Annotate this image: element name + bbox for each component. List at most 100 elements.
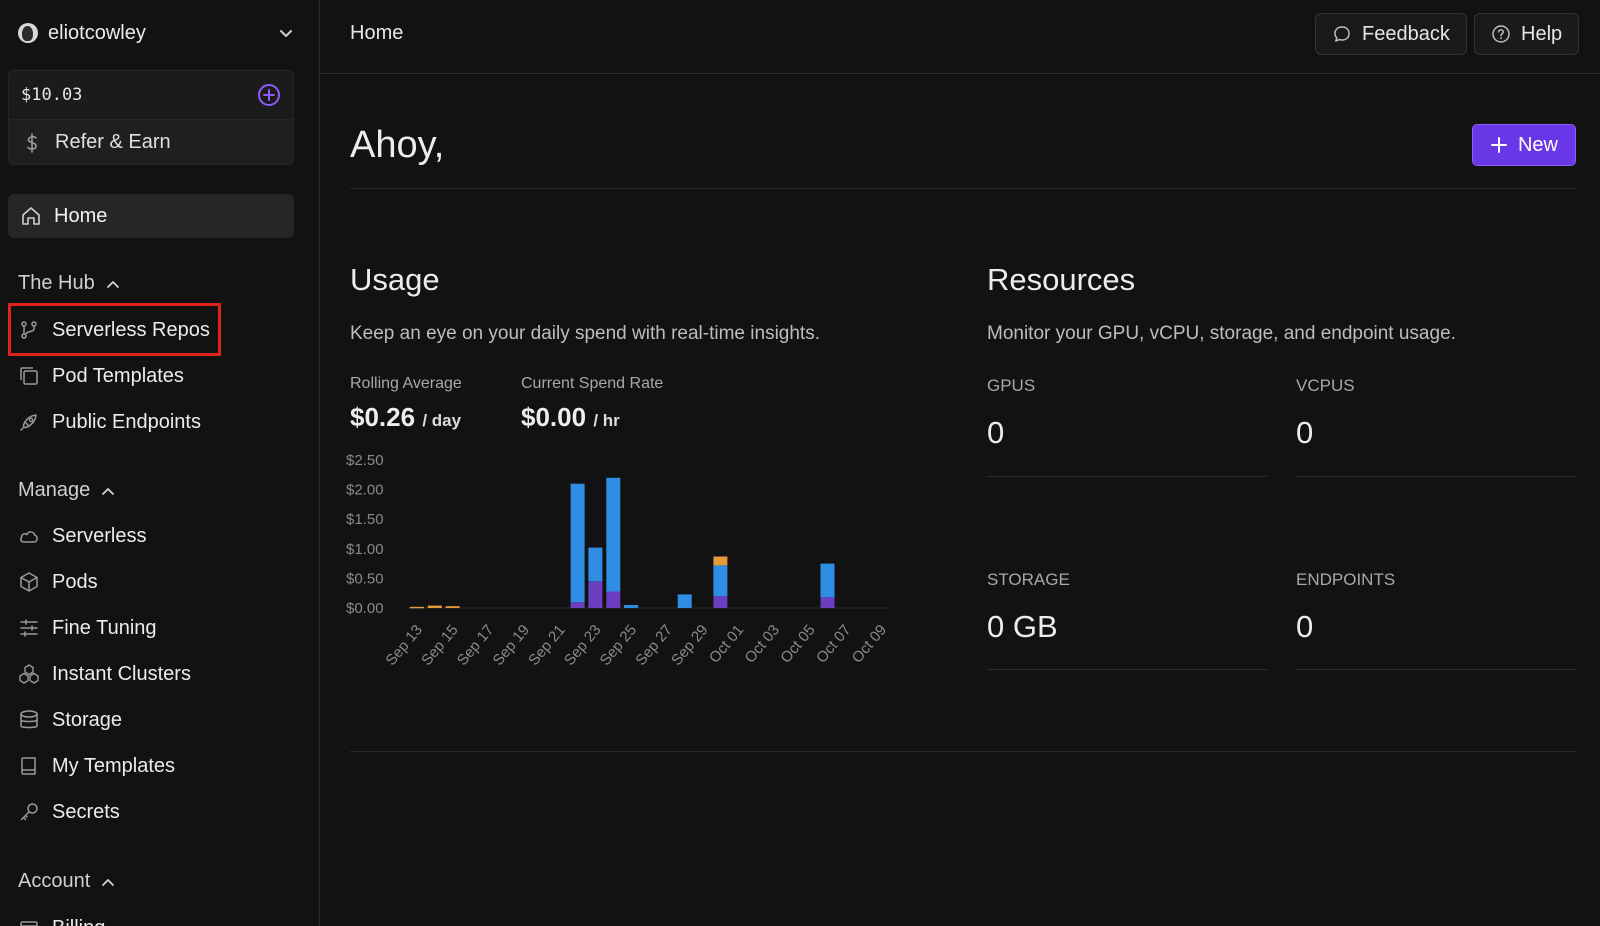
sidebar-item-home[interactable]: Home	[8, 194, 294, 238]
sidebar: eliotcowley $10.03 Refer & Earn Home The…	[0, 0, 320, 926]
chevron-up-icon	[106, 280, 119, 288]
clusters-icon	[19, 664, 39, 684]
x-tick-label: Sep 21	[525, 622, 569, 669]
help-circle-icon	[1492, 25, 1510, 43]
chart-bar-segment	[713, 565, 728, 597]
sidebar-item-fine-tuning[interactable]: Fine Tuning	[18, 608, 157, 648]
rolling-average-value: $0.26 / day	[350, 402, 461, 433]
endpoints-divider	[1296, 669, 1576, 670]
x-tick-label: Sep 13	[382, 622, 426, 669]
chart-bar-segment	[713, 556, 728, 566]
sidebar-item-storage[interactable]: Storage	[18, 700, 122, 740]
chart-bar-segment	[820, 563, 835, 598]
chat-bubble-icon	[1334, 26, 1350, 42]
vcpus-value: 0	[1296, 415, 1314, 450]
gpus-value: 0	[987, 415, 1005, 450]
y-tick-label: $1.00	[346, 541, 384, 558]
usage-title: Usage	[350, 262, 440, 297]
x-tick-label: Sep 25	[597, 622, 641, 669]
sidebar-item-label: Storage	[52, 708, 123, 731]
sidebar-item-pod-templates[interactable]: Pod Templates	[18, 356, 184, 396]
chart-bar-segment	[677, 594, 692, 608]
billing-icon	[20, 921, 38, 926]
x-tick-label: Sep 27	[632, 622, 676, 669]
endpoints-label: ENDPOINTS	[1296, 570, 1396, 589]
section-manage[interactable]: Manage	[18, 479, 116, 502]
balance-value: $10.03	[21, 85, 83, 105]
sidebar-item-serverless-repos[interactable]: Serverless Repos	[18, 310, 210, 350]
database-icon	[20, 710, 38, 729]
rocket-icon	[20, 414, 37, 431]
section-title: Manage	[18, 479, 91, 501]
chart-bar-segment	[606, 477, 621, 592]
sidebar-item-label: Pod Templates	[52, 364, 184, 387]
x-tick-label: Sep 19	[490, 622, 534, 669]
plus-icon	[1490, 137, 1507, 153]
sidebar-item-label: Public Endpoints	[52, 410, 201, 433]
usage-subtitle: Keep an eye on your daily spend with rea…	[350, 323, 820, 344]
chart-bar-segment	[588, 547, 603, 582]
y-tick-label: $0.00	[346, 600, 384, 617]
key-icon	[20, 803, 38, 821]
sidebar-item-label: My Templates	[52, 754, 176, 777]
new-button[interactable]: New	[1472, 124, 1576, 166]
book-icon	[21, 757, 36, 775]
chart-bar-segment	[409, 606, 424, 609]
new-button-label: New	[1517, 133, 1558, 156]
spend-rate-label: Current Spend Rate	[521, 375, 664, 392]
chart-bar-segment	[570, 602, 585, 608]
x-tick-label: Sep 23	[561, 622, 605, 669]
sidebar-item-my-templates[interactable]: My Templates	[18, 746, 175, 786]
sidebar-item-label: Serverless Repos	[52, 318, 210, 341]
content-divider	[350, 751, 1576, 752]
app-window: eliotcowley $10.03 Refer & Earn Home The…	[0, 0, 1600, 926]
gpus-label: GPUS	[987, 376, 1036, 395]
sidebar-item-pods[interactable]: Pods	[18, 562, 98, 602]
help-label: Help	[1521, 22, 1563, 45]
feedback-label: Feedback	[1362, 22, 1450, 45]
help-button[interactable]: Help	[1474, 13, 1580, 55]
dollar-icon	[27, 132, 37, 153]
chart-bar-segment	[570, 483, 585, 603]
account-username: eliotcowley	[48, 21, 146, 44]
y-tick-label: $2.00	[346, 482, 384, 499]
section-the-hub[interactable]: The Hub	[18, 272, 121, 295]
sidebar-item-public-endpoints[interactable]: Public Endpoints	[18, 402, 201, 442]
sliders-icon	[20, 619, 38, 637]
storage-label: STORAGE	[987, 570, 1070, 589]
resources-title: Resources	[987, 262, 1136, 297]
refer-earn-link[interactable]: Refer & Earn	[9, 119, 293, 164]
chevron-down-icon	[280, 30, 292, 37]
account-switcher[interactable]: eliotcowley	[18, 18, 296, 48]
sidebar-item-instant-clusters[interactable]: Instant Clusters	[18, 654, 191, 694]
sidebar-item-billing[interactable]: Billing	[18, 908, 105, 926]
rolling-average-amount: $0.26	[350, 402, 416, 432]
storage-value: 0 GB	[987, 609, 1058, 644]
sidebar-item-serverless[interactable]: Serverless	[18, 516, 146, 556]
gpus-divider	[987, 476, 1267, 477]
x-tick-label: Sep 17	[454, 622, 498, 669]
chart-bar-segment	[624, 605, 639, 608]
resources-subtitle: Monitor your GPU, vCPU, storage, and end…	[987, 323, 1456, 344]
user-avatar-icon	[18, 23, 38, 43]
greeting-title: Ahoy,	[350, 124, 445, 166]
x-tick-label: Oct 09	[849, 622, 890, 667]
vcpus-divider	[1296, 476, 1576, 477]
home-icon	[22, 207, 40, 225]
top-bar: Home Feedback Help	[320, 0, 1600, 74]
sidebar-item-label: Serverless	[52, 524, 147, 547]
feedback-button[interactable]: Feedback	[1315, 13, 1467, 55]
sidebar-item-label: Home	[54, 204, 108, 227]
x-tick-label: Sep 29	[668, 622, 712, 669]
sidebar-item-label: Pods	[52, 570, 98, 593]
rolling-average-label: Rolling Average	[350, 375, 462, 392]
chevron-up-icon	[102, 878, 115, 886]
sidebar-item-secrets[interactable]: Secrets	[18, 792, 120, 832]
chart-bar-segment	[606, 591, 621, 608]
sidebar-item-label: Billing	[52, 917, 105, 926]
chart-bar-segment	[713, 596, 728, 608]
storage-divider	[987, 669, 1267, 670]
templates-icon	[20, 367, 38, 385]
add-credit-icon[interactable]	[257, 83, 281, 107]
section-account[interactable]: Account	[18, 870, 116, 893]
